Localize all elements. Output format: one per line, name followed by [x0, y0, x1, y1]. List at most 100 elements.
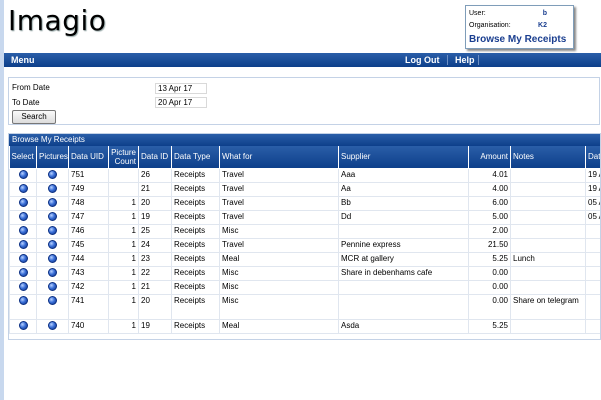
pictures-radio-icon[interactable]	[48, 225, 57, 235]
pictures-radio-icon[interactable]	[48, 197, 57, 207]
select-radio-icon[interactable]	[18, 211, 28, 221]
column-header[interactable]: Data ID	[138, 146, 172, 169]
pictures-radio-icon[interactable]	[48, 281, 57, 291]
select-radio-icon[interactable]	[18, 253, 28, 263]
cell-amount: 4.00	[468, 181, 511, 197]
pictures-cell	[36, 251, 69, 267]
column-header[interactable]: Notes	[510, 146, 586, 169]
cell-data-id: 21	[138, 181, 172, 197]
cell-count: 1	[108, 237, 139, 253]
pictures-radio-icon[interactable]	[48, 169, 57, 179]
cell-what-for: Travel	[219, 167, 339, 183]
column-header[interactable]: Data Type	[171, 146, 220, 169]
column-header[interactable]: Amount	[468, 146, 511, 169]
pictures-radio-icon[interactable]	[48, 295, 57, 305]
cell-notes: Lunch	[510, 251, 586, 267]
select-radio-icon[interactable]	[18, 169, 28, 179]
pictures-cell	[36, 223, 69, 239]
cell-amount: 6.00	[468, 195, 511, 211]
cell-what-for: Travel	[219, 209, 339, 225]
cell-notes	[510, 237, 586, 253]
browse-my-receipts-link[interactable]: Browse My Receipts	[469, 34, 566, 45]
cell-amount: 5.00	[468, 209, 511, 225]
cell-count: 1	[108, 223, 139, 239]
user-label: User:	[469, 10, 486, 17]
select-radio-icon[interactable]	[18, 239, 28, 249]
menu-separator	[478, 55, 479, 65]
pictures-cell	[36, 279, 69, 295]
cell-type: Receipts	[171, 167, 220, 183]
cell-data-id: 24	[138, 237, 172, 253]
select-cell	[9, 265, 37, 281]
from-date-label: From Date	[12, 83, 50, 92]
cell-amount: 5.25	[468, 318, 511, 334]
cell-count: 1	[108, 195, 139, 211]
cell-count: 1	[108, 279, 139, 295]
cell-type: Receipts	[171, 265, 220, 281]
cell-type: Receipts	[171, 279, 220, 295]
search-button[interactable]: Search	[12, 110, 56, 124]
cell-date: 05 A	[585, 209, 600, 225]
column-header[interactable]: Dat	[585, 146, 600, 169]
cell-supplier	[338, 223, 469, 239]
to-date-input[interactable]	[155, 97, 207, 108]
cell-what-for: Misc	[219, 223, 339, 239]
results-panel: Browse My Receipts Select Pictures Data …	[8, 133, 601, 340]
cell-data-id: 22	[138, 265, 172, 281]
select-cell	[9, 195, 37, 211]
cell-notes	[510, 167, 586, 183]
cell-uid: 751	[68, 167, 109, 183]
logout-button[interactable]: Log Out	[405, 55, 440, 65]
cell-date	[585, 293, 600, 320]
cell-type: Receipts	[171, 318, 220, 334]
menu-bar: Menu Log Out Help	[4, 53, 601, 67]
cell-supplier: MCR at gallery	[338, 251, 469, 267]
cell-date	[585, 265, 600, 281]
select-radio-icon[interactable]	[18, 320, 28, 330]
menu-separator	[447, 55, 448, 65]
select-radio-icon[interactable]	[18, 183, 28, 193]
cell-uid: 744	[68, 251, 109, 267]
cell-uid: 743	[68, 265, 109, 281]
column-header[interactable]: Picture Count	[108, 146, 139, 169]
pictures-radio-icon[interactable]	[48, 239, 57, 249]
cell-date	[585, 318, 600, 334]
pictures-radio-icon[interactable]	[48, 320, 57, 330]
help-button[interactable]: Help	[455, 55, 475, 65]
select-radio-icon[interactable]	[18, 295, 28, 305]
date-filter-panel: From Date To Date Search	[8, 77, 600, 125]
select-cell	[9, 318, 37, 334]
column-header[interactable]: Select	[9, 146, 37, 169]
select-radio-icon[interactable]	[18, 225, 28, 235]
table-row: 742 1 21 Receipts Misc 0.00	[9, 279, 600, 295]
cell-count: 1	[108, 265, 139, 281]
cell-amount: 2.00	[468, 223, 511, 239]
select-radio-icon[interactable]	[18, 197, 28, 207]
results-title: Browse My Receipts	[9, 134, 600, 146]
cell-uid: 748	[68, 195, 109, 211]
cell-data-id: 19	[138, 209, 172, 225]
pictures-radio-icon[interactable]	[48, 211, 57, 221]
cell-what-for: Travel	[219, 181, 339, 197]
select-cell	[9, 223, 37, 239]
cell-data-id: 25	[138, 223, 172, 239]
pictures-cell	[36, 209, 69, 225]
cell-supplier: Aaa	[338, 167, 469, 183]
select-cell	[9, 209, 37, 225]
pictures-radio-icon[interactable]	[48, 267, 57, 277]
column-header[interactable]: What for	[219, 146, 339, 169]
table-row: 751 26ReceiptsTravelAaa4.01 19 A	[9, 167, 600, 183]
table-row: 740 1 19 Receipts Meal Asda 5.25	[9, 318, 600, 334]
from-date-input[interactable]	[155, 83, 207, 94]
menu-button[interactable]: Menu	[11, 55, 35, 65]
select-radio-icon[interactable]	[18, 267, 28, 277]
column-header[interactable]: Data UID	[68, 146, 109, 169]
cell-date	[585, 279, 600, 295]
column-header[interactable]: Pictures	[36, 146, 69, 169]
cell-date	[585, 223, 600, 239]
pictures-radio-icon[interactable]	[48, 253, 57, 263]
select-cell	[9, 251, 37, 267]
column-header[interactable]: Supplier	[338, 146, 469, 169]
pictures-radio-icon[interactable]	[48, 183, 57, 193]
select-radio-icon[interactable]	[18, 281, 28, 291]
